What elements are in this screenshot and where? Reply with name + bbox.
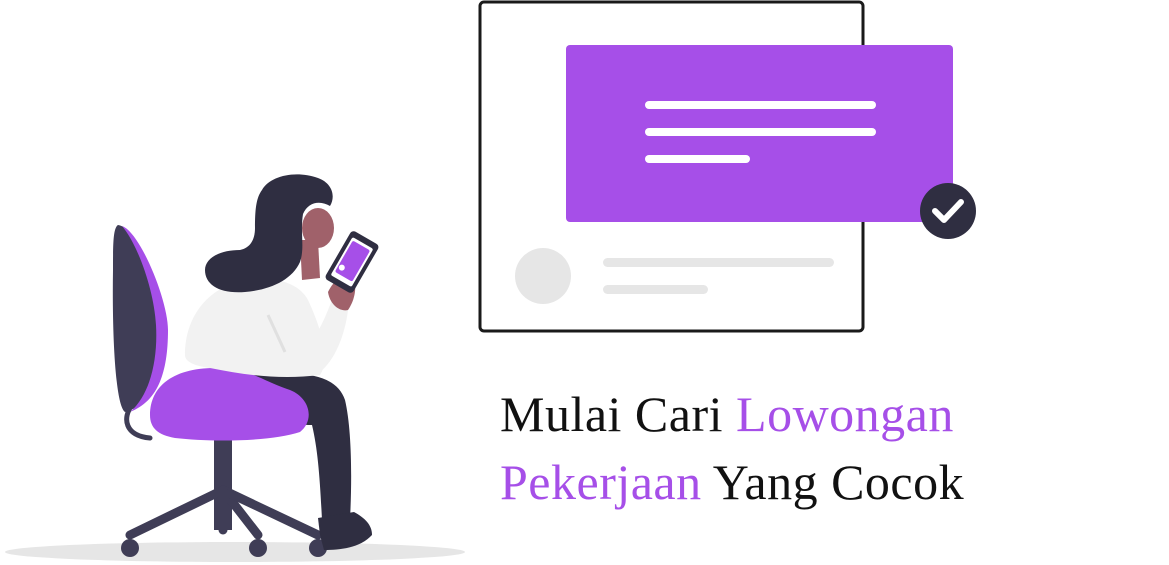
- message-line: [645, 128, 876, 136]
- message-card: [566, 45, 953, 222]
- headline-line-1: Mulai Cari Lowongan: [500, 380, 964, 448]
- message-line: [645, 155, 750, 163]
- avatar-placeholder: [515, 248, 571, 304]
- headline-line-2-accent: Pekerjaan: [500, 454, 702, 510]
- check-circle-icon: [920, 183, 976, 239]
- message-line: [645, 101, 876, 109]
- headline: Mulai Cari Lowongan Pekerjaan Yang Cocok: [500, 380, 964, 516]
- headline-line-1-plain: Mulai Cari: [500, 386, 737, 442]
- phone-icon: [325, 231, 379, 293]
- headline-line-2: Pekerjaan Yang Cocok: [500, 448, 964, 516]
- text-placeholder-line: [603, 285, 708, 294]
- floor-shadow: [5, 542, 465, 562]
- headline-line-1-accent: Lowongan: [736, 386, 954, 442]
- headline-line-2-plain: Yang Cocok: [701, 454, 965, 510]
- person-with-phone: [150, 174, 379, 550]
- text-placeholder-line: [603, 258, 834, 267]
